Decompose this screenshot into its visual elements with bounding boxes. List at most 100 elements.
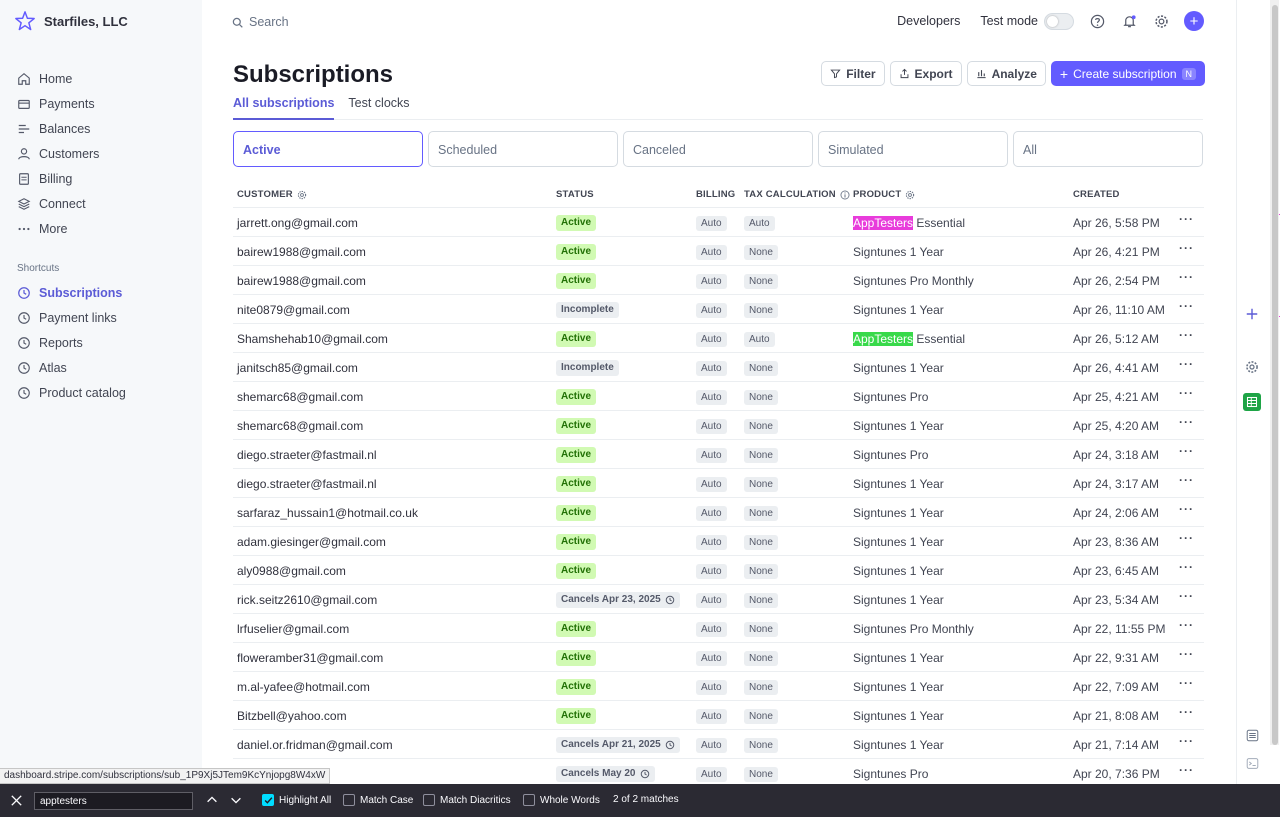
chevron-down-icon[interactable]	[229, 793, 243, 807]
help-icon[interactable]	[1088, 12, 1106, 30]
table-row[interactable]: diego.straeter@fastmail.nl Active Auto None…	[233, 469, 1204, 498]
highlight-all-option[interactable]: Highlight All	[262, 794, 331, 806]
row-actions-more-icon[interactable]: ···	[1179, 415, 1194, 429]
customer-email[interactable]: Bitzbell@yahoo.com	[237, 709, 347, 723]
row-actions-more-icon[interactable]: ···	[1179, 589, 1194, 603]
column-product[interactable]: PRODUCT	[853, 189, 915, 200]
shortcut-subscriptions[interactable]: Subscriptions	[17, 280, 126, 305]
customer-email[interactable]: daniel.or.fridman@gmail.com	[237, 738, 393, 752]
nav-item-home[interactable]: Home	[17, 66, 99, 91]
shortcut-reports[interactable]: Reports	[17, 330, 126, 355]
tab-test-clocks[interactable]: Test clocks	[348, 96, 409, 120]
whole-words-checkbox[interactable]	[523, 794, 535, 806]
row-actions-more-icon[interactable]: ···	[1179, 386, 1194, 400]
match-case-option[interactable]: Match Case	[343, 794, 413, 806]
table-row[interactable]: jarrett.ong@gmail.com Active Auto Auto AppTe…	[233, 208, 1204, 237]
filter-all[interactable]: All	[1013, 131, 1203, 167]
developers-link[interactable]: Developers	[897, 14, 960, 28]
nav-item-more[interactable]: More	[17, 216, 99, 241]
row-actions-more-icon[interactable]: ···	[1179, 502, 1194, 516]
row-actions-more-icon[interactable]: ···	[1179, 676, 1194, 690]
list-icon[interactable]	[1243, 726, 1261, 744]
row-actions-more-icon[interactable]: ···	[1179, 444, 1194, 458]
filter-active[interactable]: Active	[233, 131, 423, 167]
row-actions-more-icon[interactable]: ···	[1179, 473, 1194, 487]
table-row[interactable]: shemarc68@gmail.com Active Auto None Signtun…	[233, 411, 1204, 440]
customer-email[interactable]: sarfaraz_hussain1@hotmail.co.uk	[237, 506, 418, 520]
match-case-checkbox[interactable]	[343, 794, 355, 806]
match-diacritics-option[interactable]: Match Diacritics	[423, 794, 511, 806]
table-row[interactable]: janitsch85@gmail.com Incomplete Auto None Si…	[233, 353, 1204, 382]
customer-email[interactable]: diego.straeter@fastmail.nl	[237, 477, 377, 491]
whole-words-option[interactable]: Whole Words	[523, 794, 600, 806]
table-row[interactable]: Bitzbell@yahoo.com Active Auto None Signtune…	[233, 701, 1204, 730]
nav-item-balances[interactable]: Balances	[17, 116, 99, 141]
match-diacritics-checkbox[interactable]	[423, 794, 435, 806]
column-customer[interactable]: CUSTOMER	[237, 189, 307, 200]
close-icon[interactable]	[9, 793, 24, 808]
table-row[interactable]: daniel.or.fridman@gmail.com Cancels Apr 2…	[233, 730, 1204, 759]
customer-email[interactable]: bairew1988@gmail.com	[237, 274, 366, 288]
table-row[interactable]: bairew1988@gmail.com Active Auto None Signtu…	[233, 266, 1204, 295]
customer-email[interactable]: diego.straeter@fastmail.nl	[237, 448, 377, 462]
table-row[interactable]: rick.seitz2610@gmail.com Cancels Apr 23, …	[233, 585, 1204, 614]
table-row[interactable]: shemarc68@gmail.com Active Auto None Signtun…	[233, 382, 1204, 411]
table-row[interactable]: Shamshehab10@gmail.com Active Auto Auto AppT…	[233, 324, 1204, 353]
customer-email[interactable]: nite0879@gmail.com	[237, 303, 350, 317]
row-actions-more-icon[interactable]: ···	[1179, 531, 1194, 545]
row-actions-more-icon[interactable]: ···	[1179, 212, 1194, 226]
customer-email[interactable]: aly0988@gmail.com	[237, 564, 346, 578]
test-mode-toggle[interactable]	[1044, 12, 1074, 30]
customer-email[interactable]: janitsch85@gmail.com	[237, 361, 358, 375]
table-row[interactable]: aly0988@gmail.com Active Auto None Signtunes…	[233, 556, 1204, 585]
table-row[interactable]: lrfuselier@gmail.com Active Auto None Signtu…	[233, 614, 1204, 643]
filter-button[interactable]: Filter	[821, 61, 885, 86]
row-actions-more-icon[interactable]: ···	[1179, 560, 1194, 574]
nav-item-connect[interactable]: Connect	[17, 191, 99, 216]
row-actions-more-icon[interactable]: ···	[1179, 734, 1194, 748]
row-actions-more-icon[interactable]: ···	[1179, 299, 1194, 313]
column-tax-calculation[interactable]: TAX CALCULATION	[744, 189, 850, 200]
column-billing[interactable]: BILLING	[696, 189, 735, 200]
column-created[interactable]: CREATED	[1073, 189, 1120, 200]
search-input[interactable]: Search	[232, 15, 289, 29]
nav-item-payments[interactable]: Payments	[17, 91, 99, 116]
terminal-icon[interactable]	[1243, 754, 1261, 772]
customer-email[interactable]: floweramber31@gmail.com	[237, 651, 383, 665]
export-button[interactable]: Export	[889, 61, 962, 86]
customer-email[interactable]: rick.seitz2610@gmail.com	[237, 593, 377, 607]
row-actions-more-icon[interactable]: ···	[1179, 357, 1194, 371]
analyze-button[interactable]: Analyze	[966, 61, 1046, 86]
table-row[interactable]: bairew1988@gmail.com Active Auto None Signtu…	[233, 237, 1204, 266]
quick-create-plus-icon[interactable]: +	[1184, 11, 1204, 31]
highlight-all-checkbox[interactable]	[262, 794, 274, 806]
customer-email[interactable]: bairew1988@gmail.com	[237, 245, 366, 259]
shortcut-atlas[interactable]: Atlas	[17, 355, 126, 380]
row-actions-more-icon[interactable]: ···	[1179, 763, 1194, 777]
customer-email[interactable]: lrfuselier@gmail.com	[237, 622, 349, 636]
scrollbar-thumb[interactable]	[1272, 5, 1278, 745]
shortcut-payment-links[interactable]: Payment links	[17, 305, 126, 330]
column-status[interactable]: STATUS	[556, 189, 594, 200]
customer-email[interactable]: m.al-yafee@hotmail.com	[237, 680, 370, 694]
notifications-icon[interactable]	[1120, 12, 1138, 30]
row-actions-more-icon[interactable]: ···	[1179, 328, 1194, 342]
settings-gear-icon[interactable]	[1152, 12, 1170, 30]
find-input[interactable]	[34, 792, 193, 810]
settings-gear-icon[interactable]	[1243, 358, 1261, 376]
customer-email[interactable]: shemarc68@gmail.com	[237, 390, 363, 404]
row-actions-more-icon[interactable]: ···	[1179, 241, 1194, 255]
create-subscription-button[interactable]: + Create subscription N	[1050, 61, 1205, 86]
chevron-up-icon[interactable]	[205, 793, 219, 807]
row-actions-more-icon[interactable]: ···	[1179, 618, 1194, 632]
column-settings-icon[interactable]	[297, 190, 307, 200]
tab-all-subscriptions[interactable]: All subscriptions	[233, 96, 335, 120]
row-actions-more-icon[interactable]: ···	[1179, 647, 1194, 661]
row-actions-more-icon[interactable]: ···	[1179, 270, 1194, 284]
row-actions-more-icon[interactable]: ···	[1179, 705, 1194, 719]
customer-email[interactable]: Shamshehab10@gmail.com	[237, 332, 388, 346]
table-row[interactable]: diego.straeter@fastmail.nl Active Auto None…	[233, 440, 1204, 469]
table-row[interactable]: m.al-yafee@hotmail.com Active Auto None Sign…	[233, 672, 1204, 701]
account-switcher[interactable]: Starfiles, LLC	[14, 10, 128, 32]
info-icon[interactable]	[840, 190, 850, 200]
